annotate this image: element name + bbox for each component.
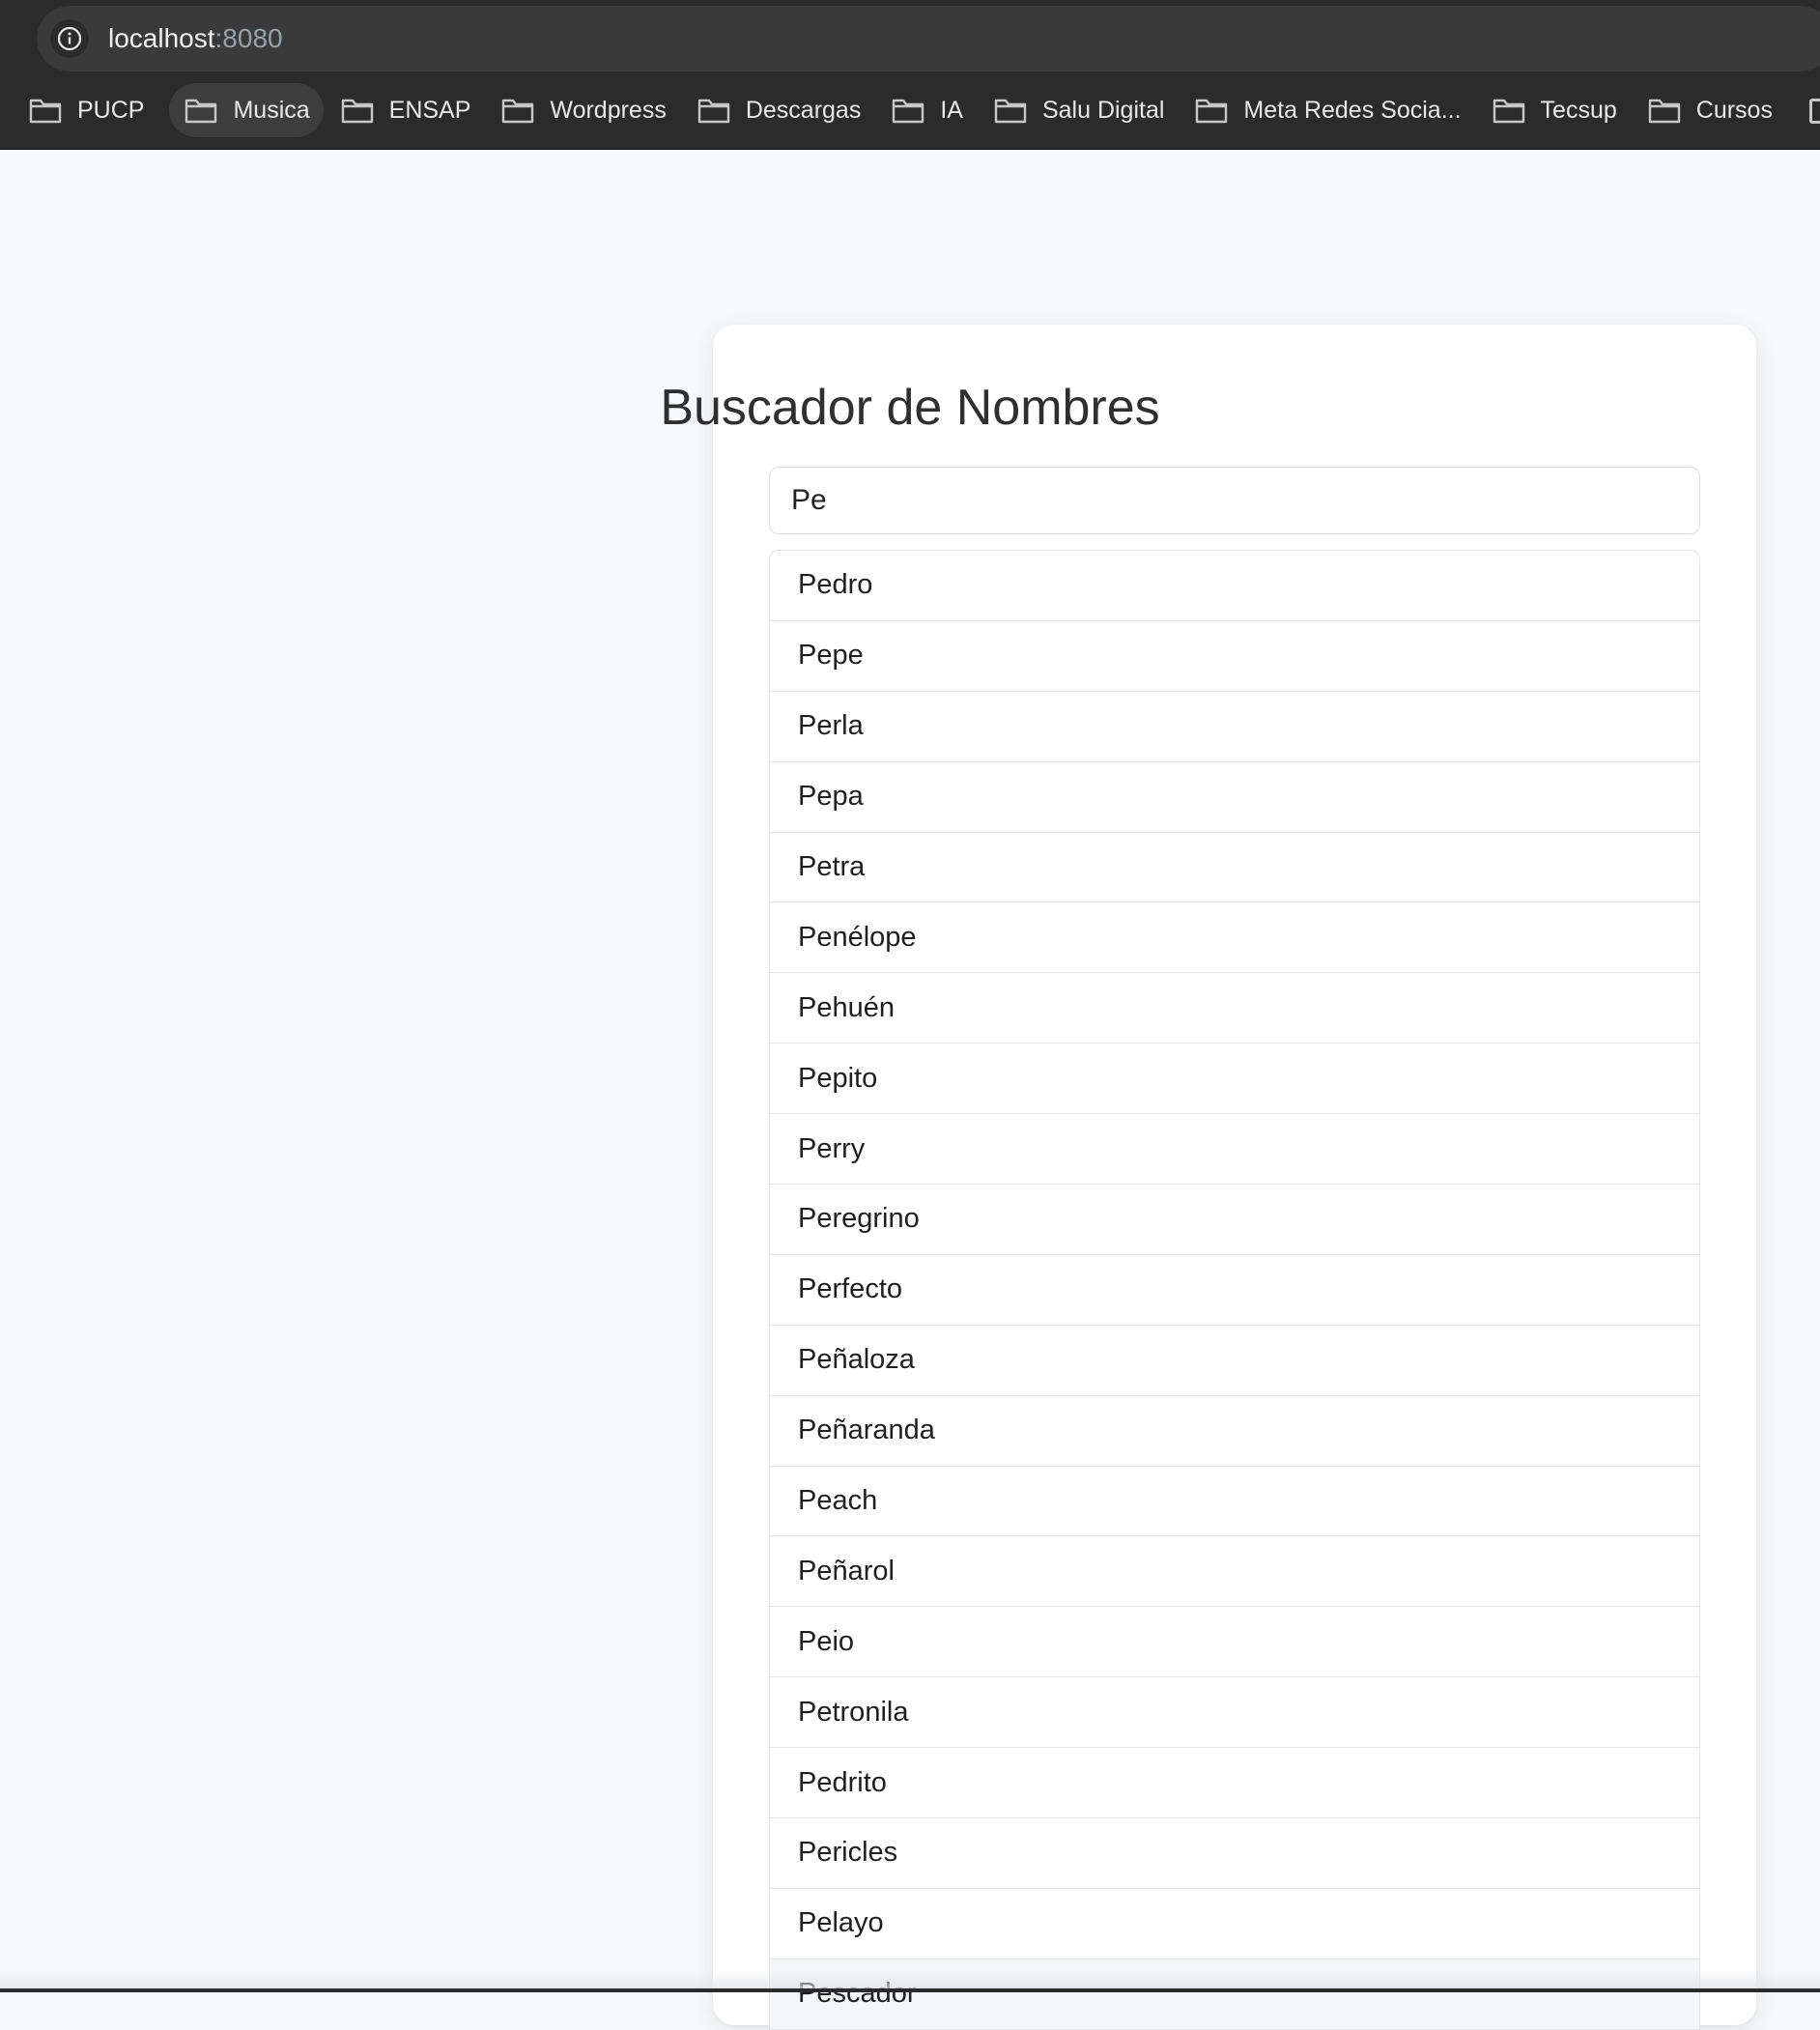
bookmark-musica[interactable]: Musica — [169, 83, 324, 137]
result-item[interactable]: Pedrito — [770, 1748, 1699, 1819]
url-host: localhost — [108, 23, 215, 53]
bookmark-ensap[interactable]: ENSAP — [335, 83, 485, 137]
search-input[interactable] — [769, 467, 1700, 534]
bookmark-label: Wordpress — [550, 97, 667, 124]
bookmark-label: Cursos — [1695, 97, 1773, 124]
bookmark-label: Descargas — [745, 97, 862, 124]
result-item[interactable]: Peio — [770, 1607, 1699, 1678]
bookmark-label: Salu Digital — [1041, 97, 1165, 124]
bookmark-salu-digital[interactable]: Salu Digital — [988, 83, 1178, 137]
result-item[interactable]: Perfecto — [770, 1255, 1699, 1326]
address-bar[interactable]: localhost:8080 — [37, 6, 1820, 71]
results-list: Pedro Pepe Perla Pepa Petra Penélope Pehuén Pep… — [769, 550, 1700, 2030]
result-item[interactable]: Pepe — [770, 621, 1699, 692]
bookmark-overflow-icon[interactable] — [1809, 99, 1820, 124]
folder-icon — [994, 99, 1027, 124]
site-info-icon[interactable] — [50, 19, 89, 58]
bookmark-label: PUCP — [77, 97, 145, 124]
bookmark-label: Meta Redes Socia... — [1243, 97, 1462, 124]
folder-icon — [185, 99, 217, 124]
folder-icon — [1493, 99, 1524, 124]
result-item[interactable]: Pepa — [770, 762, 1699, 833]
folder-icon — [893, 99, 924, 124]
url-text[interactable]: localhost:8080 — [108, 23, 283, 54]
folder-icon — [1196, 99, 1228, 124]
result-item[interactable]: Pehuén — [770, 973, 1699, 1044]
bookmark-wordpress[interactable]: Wordpress — [496, 83, 679, 137]
folder-icon — [502, 99, 534, 124]
result-item[interactable]: Pescador — [770, 1959, 1699, 2030]
window-bottom-edge — [0, 1988, 1820, 1992]
bookmark-cursos[interactable]: Cursos — [1642, 83, 1786, 137]
result-item[interactable]: Pelayo — [770, 1889, 1699, 1959]
bookmark-label: Tecsup — [1540, 97, 1617, 124]
result-item[interactable]: Pepito — [770, 1044, 1699, 1115]
result-item[interactable]: Pedro — [770, 551, 1699, 621]
bookmark-descargas[interactable]: Descargas — [692, 83, 875, 137]
folder-icon — [1648, 99, 1680, 124]
bookmark-ia[interactable]: IA — [886, 83, 977, 137]
bookmark-label: ENSAP — [388, 97, 471, 124]
bookmark-label: Musica — [233, 97, 310, 124]
result-item[interactable]: Peregrino — [770, 1185, 1699, 1255]
bookmark-meta-redes[interactable]: Meta Redes Socia... — [1189, 83, 1474, 137]
folder-icon — [29, 99, 62, 124]
result-item[interactable]: Petronila — [770, 1677, 1699, 1749]
result-item[interactable]: Perry — [770, 1114, 1699, 1186]
result-item[interactable]: Penélope — [770, 902, 1699, 974]
result-item[interactable]: Peñaranda — [770, 1396, 1699, 1467]
bookmarks-bar: PUCP Musica ENSAP Wordpress Descargas IA… — [23, 83, 1798, 137]
result-item[interactable]: Peñaloza — [770, 1326, 1699, 1396]
folder-icon — [341, 99, 373, 124]
result-item[interactable]: Peach — [770, 1467, 1699, 1537]
folder-icon — [697, 99, 730, 124]
result-item[interactable]: Peñarol — [770, 1536, 1699, 1608]
url-port: :8080 — [214, 23, 283, 53]
browser-chrome: localhost:8080 PUCP Musica ENSAP Wordpre… — [0, 0, 1820, 150]
bookmark-label: IA — [940, 97, 963, 124]
page-title: Buscador de Nombres — [660, 380, 1160, 436]
bookmark-pucp[interactable]: PUCP — [23, 83, 157, 137]
bookmark-tecsup[interactable]: Tecsup — [1487, 83, 1631, 137]
result-item[interactable]: Perla — [770, 692, 1699, 762]
result-item[interactable]: Pericles — [770, 1818, 1699, 1889]
result-item[interactable]: Petra — [770, 833, 1699, 903]
